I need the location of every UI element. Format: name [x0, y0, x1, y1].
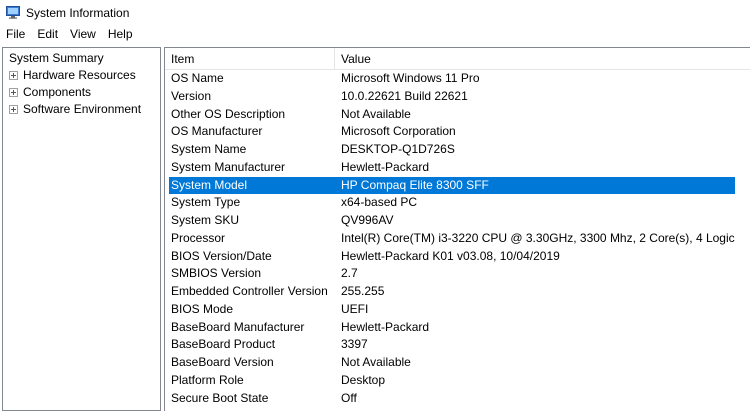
- row-item-label: System Model: [171, 177, 248, 192]
- column-header-item[interactable]: Item: [165, 48, 335, 70]
- row-value: Hewlett-Packard K01 v03.08, 10/04/2019: [341, 248, 560, 263]
- table-row[interactable]: BIOS Version/Date Hewlett-Packard K01 v03…: [165, 248, 750, 266]
- table-row[interactable]: OS Manufacturer Microsoft Corporation: [165, 123, 750, 141]
- row-value: 2.7: [341, 266, 358, 281]
- row-value: DESKTOP-Q1D726S: [341, 142, 455, 156]
- expand-plus-icon[interactable]: [9, 87, 18, 97]
- row-value: Intel(R) Core(TM) i3-3220 CPU @ 3.30GHz,…: [341, 230, 735, 245]
- row-item-label: BIOS Version/Date: [171, 248, 272, 263]
- row-item-label: Processor: [171, 230, 226, 245]
- row-value: Microsoft Corporation: [341, 124, 456, 139]
- table-row[interactable]: Embedded Controller Version 255.255: [165, 283, 750, 301]
- row-item-label: BaseBoard Version: [171, 355, 274, 369]
- row-value: Desktop: [341, 372, 386, 387]
- expand-plus-icon[interactable]: [9, 104, 18, 114]
- table-row[interactable]: Secure Boot State Off: [165, 390, 750, 408]
- table-row[interactable]: Version 10.0.22621 Build 22621: [165, 88, 750, 106]
- row-value: Hewlett-Packard: [341, 319, 430, 334]
- tree-item-label: Software Environment: [23, 102, 142, 116]
- column-header-value[interactable]: Value: [335, 48, 750, 70]
- table-row[interactable]: Platform Role Desktop: [165, 372, 750, 390]
- table-row[interactable]: Other OS Description Not Available: [165, 106, 750, 124]
- system-information-icon: [6, 6, 20, 19]
- row-item-label: Version: [171, 88, 212, 103]
- row-item-label: System Manufacturer: [171, 159, 286, 174]
- table-row[interactable]: BaseBoard Version Not Available: [165, 354, 750, 372]
- table-row[interactable]: BIOS Mode UEFI: [165, 301, 750, 319]
- row-value: 3397: [341, 337, 368, 352]
- row-value: 255.255: [341, 284, 385, 298]
- category-tree[interactable]: System Summary Hardware Resources Compon…: [2, 47, 161, 411]
- tree-item-hardware-resources[interactable]: Hardware Resources: [9, 67, 136, 83]
- row-item-label: OS Manufacturer: [171, 124, 263, 139]
- table-row[interactable]: OS Name Microsoft Windows 11 Pro: [165, 70, 750, 88]
- tree-item-components[interactable]: Components: [9, 84, 91, 100]
- menu-edit[interactable]: Edit: [31, 26, 64, 44]
- tree-item-label: Hardware Resources: [23, 68, 136, 82]
- row-value: HP Compaq Elite 8300 SFF: [335, 176, 735, 195]
- table-row[interactable]: SMBIOS Version 2.7: [165, 265, 750, 283]
- row-item-label: System Name: [171, 142, 247, 156]
- menu-view[interactable]: View: [64, 26, 102, 44]
- row-item-label: BaseBoard Manufacturer: [171, 319, 305, 334]
- row-value: UEFI: [341, 301, 369, 316]
- row-item-label: Secure Boot State: [171, 390, 269, 405]
- row-item-label: Embedded Controller Version: [171, 284, 328, 298]
- row-item-label: BaseBoard Product: [171, 337, 276, 352]
- table-row[interactable]: System Model HP Compaq Elite 8300 SFF: [165, 176, 750, 195]
- row-value: Microsoft Windows 11 Pro: [341, 71, 480, 85]
- tree-item-system-summary[interactable]: System Summary: [7, 50, 106, 66]
- list-rows: OS Name Microsoft Windows 11 Pro Version 10…: [165, 70, 750, 407]
- table-row[interactable]: System Manufacturer Hewlett-Packard: [165, 159, 750, 177]
- row-value: QV996AV: [341, 213, 394, 227]
- row-item-label: Platform Role: [171, 372, 244, 387]
- window-title: System Information: [26, 6, 130, 20]
- row-item-label: System Type: [171, 195, 241, 210]
- tree-item-software-environment[interactable]: Software Environment: [9, 101, 141, 117]
- menu-help[interactable]: Help: [102, 26, 139, 44]
- table-row[interactable]: System Type x64-based PC: [165, 194, 750, 212]
- table-row[interactable]: System Name DESKTOP-Q1D726S: [165, 141, 750, 159]
- table-row[interactable]: Processor Intel(R) Core(TM) i3-3220 CPU @…: [165, 230, 750, 248]
- row-item-label: SMBIOS Version: [171, 266, 262, 281]
- list-header: Item Value: [165, 48, 750, 70]
- menu-bar: File Edit View Help: [0, 26, 750, 44]
- expand-plus-icon[interactable]: [9, 70, 18, 80]
- menu-file[interactable]: File: [0, 26, 31, 44]
- row-item-label: Other OS Description: [171, 106, 286, 121]
- row-item-label: BIOS Mode: [171, 301, 234, 316]
- details-list[interactable]: Item Value OS Name Microsoft Windows 11 P…: [164, 47, 750, 411]
- row-value: Hewlett-Packard: [341, 159, 430, 174]
- row-item-label: System SKU: [171, 213, 240, 227]
- table-row[interactable]: BaseBoard Manufacturer Hewlett-Packard: [165, 319, 750, 337]
- row-value: 10.0.22621 Build 22621: [341, 88, 468, 103]
- row-value: x64-based PC: [341, 195, 418, 210]
- row-value: Off: [341, 390, 357, 405]
- title-bar: System Information: [0, 0, 750, 26]
- table-row[interactable]: BaseBoard Product 3397: [165, 336, 750, 354]
- row-value: Not Available: [341, 355, 411, 369]
- row-item-label: OS Name: [171, 71, 224, 85]
- row-value: Not Available: [341, 106, 411, 121]
- table-row[interactable]: System SKU QV996AV: [165, 212, 750, 230]
- tree-item-label: Components: [23, 85, 92, 99]
